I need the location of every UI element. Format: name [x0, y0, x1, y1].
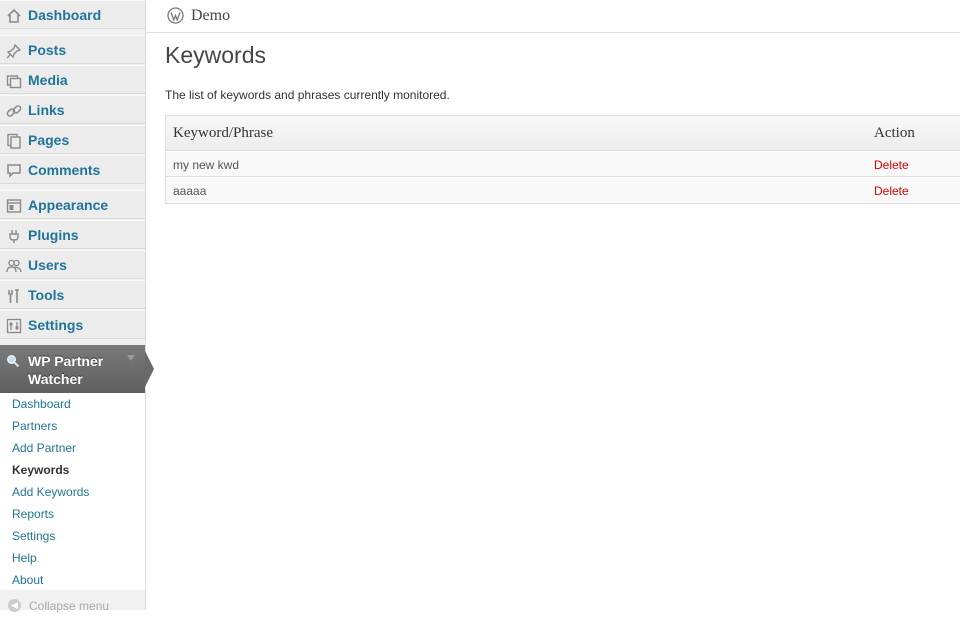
delete-link[interactable]: Delete	[874, 184, 909, 198]
admin-header: Demo	[146, 0, 960, 33]
menu-label: Appearance	[28, 197, 109, 213]
menu-label: WP Partner Watcher	[28, 353, 104, 387]
appearance-icon	[6, 198, 22, 214]
search-icon	[6, 354, 20, 368]
submenu-add-partner[interactable]: Add Partner	[12, 441, 76, 455]
keyword-cell: my new kwd	[173, 158, 240, 172]
table-row: aaaaa Delete	[166, 177, 960, 203]
menu-label: Settings	[28, 317, 84, 333]
menu-label: Dashboard	[28, 7, 102, 23]
submenu-settings[interactable]: Settings	[12, 529, 55, 543]
menu-label: Posts	[28, 42, 67, 58]
chevron-down-icon	[127, 355, 135, 361]
admin-sidebar: Dashboard Posts Media Links Pages Commen…	[0, 0, 154, 613]
menu-label: Users	[28, 257, 67, 273]
menu-item-settings[interactable]: Settings	[0, 310, 145, 339]
menu-item-wp-partner-watcher[interactable]: WP Partner Watcher	[0, 345, 154, 393]
wordpress-logo-icon[interactable]	[167, 7, 184, 24]
menu-item-links[interactable]: Links	[0, 95, 145, 124]
tools-icon	[6, 288, 22, 304]
menu-item-tools[interactable]: Tools	[0, 280, 145, 309]
menu-item-plugins[interactable]: Plugins	[0, 220, 145, 249]
dashboard-icon	[6, 8, 22, 24]
menu-item-posts[interactable]: Posts	[0, 35, 145, 64]
plugin-icon	[6, 228, 22, 244]
submenu-partners[interactable]: Partners	[12, 419, 57, 433]
pin-icon	[6, 43, 22, 59]
page-description: The list of keywords and phrases current…	[165, 88, 450, 102]
menu-label: Pages	[28, 132, 70, 148]
settings-icon	[6, 318, 22, 334]
menu-label: Tools	[28, 287, 65, 303]
link-icon	[6, 103, 22, 119]
submenu-help[interactable]: Help	[12, 551, 37, 565]
submenu-about[interactable]: About	[12, 573, 43, 587]
users-icon	[6, 258, 22, 274]
delete-link[interactable]: Delete	[874, 158, 909, 172]
keywords-table: Keyword/Phrase Action my new kwd Delete …	[165, 115, 960, 204]
menu-label: Links	[28, 102, 65, 118]
collapse-menu-button[interactable]: ◀ Collapse menu	[0, 597, 145, 617]
comment-icon	[6, 163, 22, 179]
pages-icon	[6, 133, 22, 149]
table-row: my new kwd Delete	[166, 151, 960, 177]
current-menu-pointer	[145, 351, 154, 387]
menu-label: Comments	[28, 162, 101, 178]
site-name[interactable]: Demo	[191, 7, 230, 25]
column-header-keyword: Keyword/Phrase	[173, 125, 273, 141]
menu-item-comments[interactable]: Comments	[0, 155, 145, 184]
column-header-action: Action	[874, 125, 915, 141]
menu-item-pages[interactable]: Pages	[0, 125, 145, 154]
submenu-add-keywords[interactable]: Add Keywords	[12, 485, 89, 499]
submenu-keywords[interactable]: Keywords	[12, 463, 69, 477]
menu-label: Plugins	[28, 227, 79, 243]
menu-item-users[interactable]: Users	[0, 250, 145, 279]
menu-label: Media	[28, 72, 68, 88]
media-icon	[6, 73, 22, 89]
keyword-cell: aaaaa	[173, 184, 207, 198]
page-title: Keywords	[165, 42, 266, 68]
collapse-menu-label: Collapse menu	[29, 599, 110, 613]
submenu-dashboard[interactable]: Dashboard	[12, 397, 71, 411]
collapse-arrow-icon: ◀	[8, 599, 21, 612]
table-header: Keyword/Phrase Action	[166, 116, 960, 151]
menu-item-dashboard[interactable]: Dashboard	[0, 0, 145, 29]
menu-item-media[interactable]: Media	[0, 65, 145, 94]
menu-item-appearance[interactable]: Appearance	[0, 190, 145, 219]
submenu-reports[interactable]: Reports	[12, 507, 54, 521]
submenu: Dashboard Partners Add Partner Keywords …	[0, 393, 145, 590]
